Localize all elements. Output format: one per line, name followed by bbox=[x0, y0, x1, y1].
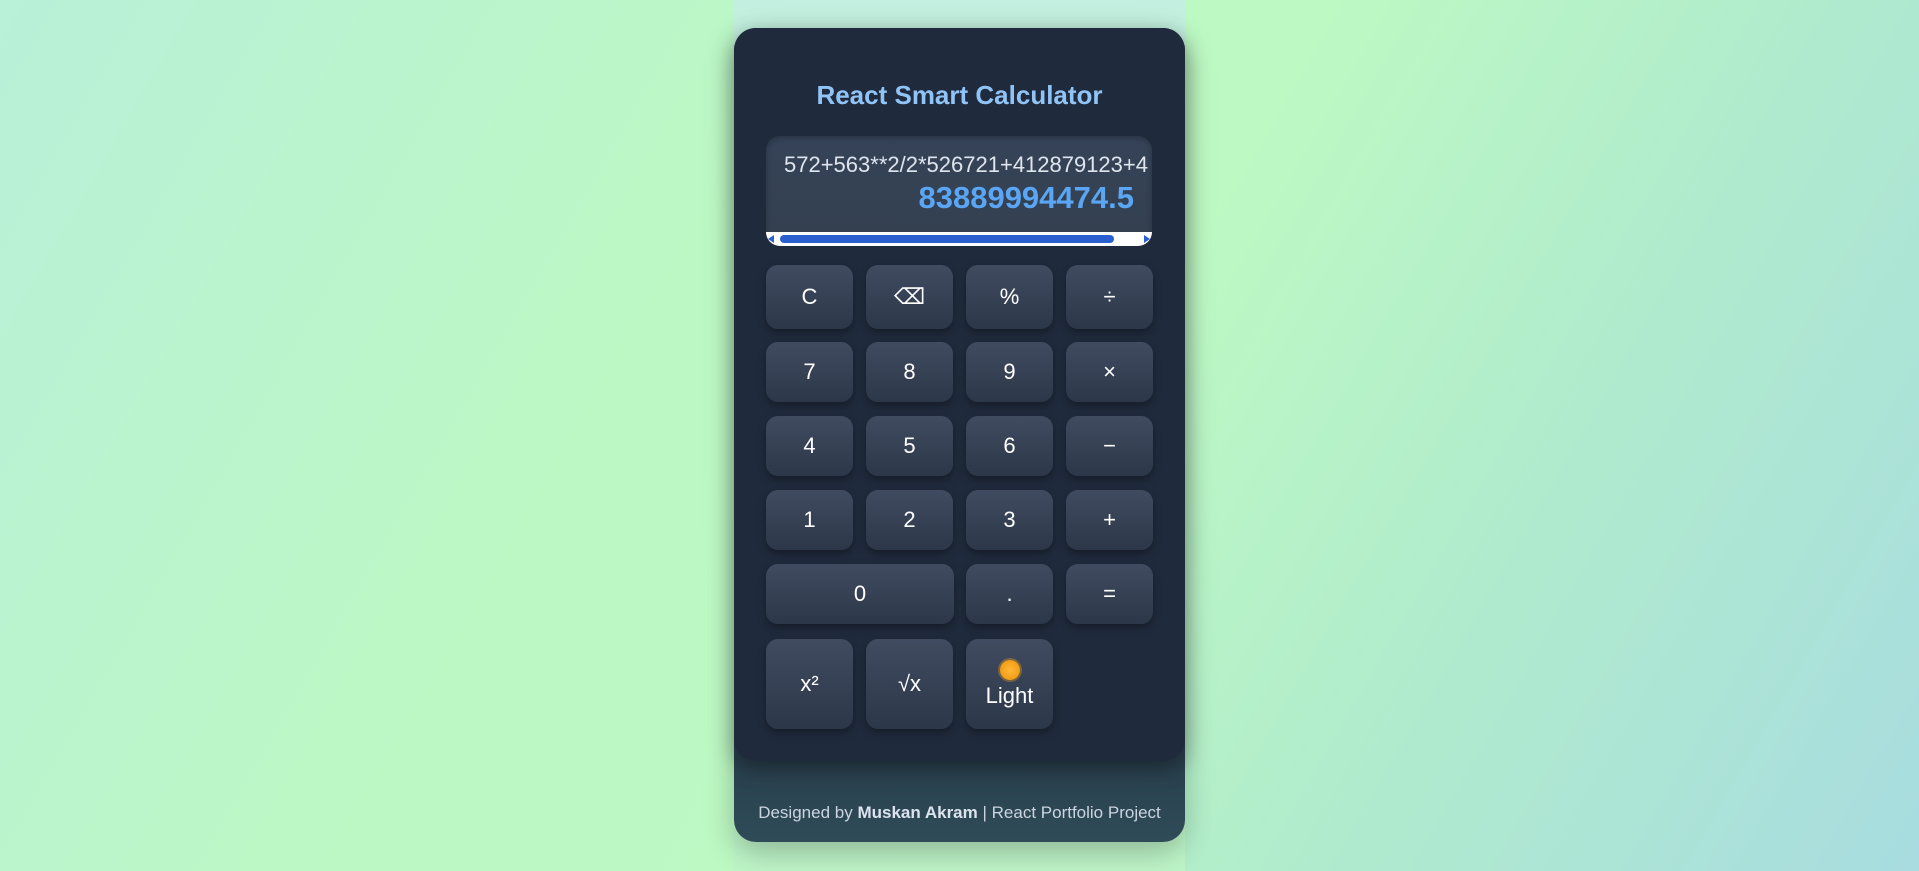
footer-credit: Designed by Muskan Akram | React Portfol… bbox=[734, 803, 1185, 823]
square-root-button[interactable]: √x bbox=[866, 639, 953, 729]
theme-toggle-label: Light bbox=[985, 682, 1034, 708]
digit-1-button[interactable]: 1 bbox=[766, 490, 853, 550]
scroll-thumb[interactable] bbox=[780, 235, 1114, 243]
digit-2-button[interactable]: 2 bbox=[866, 490, 953, 550]
plus-button[interactable]: + bbox=[1066, 490, 1153, 550]
divide-button[interactable]: ÷ bbox=[1066, 265, 1153, 329]
theme-toggle-button[interactable]: Light bbox=[966, 639, 1053, 729]
multiply-button[interactable]: × bbox=[1066, 342, 1153, 402]
digit-3-button[interactable]: 3 bbox=[966, 490, 1053, 550]
decimal-button[interactable]: . bbox=[966, 564, 1053, 624]
calculator-display: 572+563**2/2*526721+412879123+4 83889994… bbox=[766, 136, 1152, 246]
clear-button[interactable]: C bbox=[766, 265, 853, 329]
display-horizontal-scrollbar[interactable] bbox=[766, 232, 1152, 246]
digit-4-button[interactable]: 4 bbox=[766, 416, 853, 476]
minus-button[interactable]: − bbox=[1066, 416, 1153, 476]
calculator-card: React Smart Calculator 572+563**2/2*5267… bbox=[734, 28, 1185, 842]
digit-8-button[interactable]: 8 bbox=[866, 342, 953, 402]
result-text: 83889994474.5 bbox=[918, 180, 1134, 215]
footer-author: Muskan Akram bbox=[857, 803, 978, 822]
percent-button[interactable]: % bbox=[966, 265, 1053, 329]
digit-6-button[interactable]: 6 bbox=[966, 416, 1053, 476]
square-button[interactable]: x² bbox=[766, 639, 853, 729]
footer-suffix: | React Portfolio Project bbox=[982, 803, 1161, 822]
backspace-button[interactable]: ⌫ bbox=[866, 265, 953, 329]
expression-text: 572+563**2/2*526721+412879123+4 bbox=[784, 152, 1148, 177]
digit-7-button[interactable]: 7 bbox=[766, 342, 853, 402]
equals-button[interactable]: = bbox=[1066, 564, 1153, 624]
scroll-left-arrow-icon[interactable] bbox=[768, 235, 774, 243]
footer-prefix: Designed by bbox=[758, 803, 853, 822]
calculator-body: React Smart Calculator 572+563**2/2*5267… bbox=[734, 28, 1185, 761]
digit-0-button[interactable]: 0 bbox=[766, 564, 954, 624]
sun-icon bbox=[999, 659, 1020, 680]
digit-9-button[interactable]: 9 bbox=[966, 342, 1053, 402]
app-title: React Smart Calculator bbox=[816, 80, 1103, 110]
scroll-right-arrow-icon[interactable] bbox=[1144, 235, 1150, 243]
digit-5-button[interactable]: 5 bbox=[866, 416, 953, 476]
